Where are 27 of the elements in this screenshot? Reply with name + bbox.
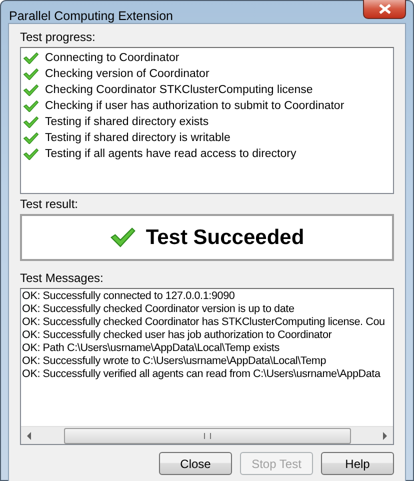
message-line: OK: Successfully verified all agents can read from C:\Users\usrname\AppData xyxy=(22,368,380,381)
close-button[interactable] xyxy=(363,0,406,19)
message-line: OK: Successfully checked user has job authorization to Coordinator xyxy=(22,329,332,342)
progress-step: Checking Coordinator STKClusterComputing license xyxy=(45,84,313,96)
scroll-left-icon[interactable] xyxy=(26,432,32,440)
progress-step: Testing if shared directory exists xyxy=(45,116,209,128)
progress-step: Checking version of Coordinator xyxy=(45,68,210,80)
section-label: Test result: xyxy=(20,197,80,212)
progress-step: Connecting to Coordinator xyxy=(45,52,180,64)
dialog-button[interactable]: Close xyxy=(159,452,232,475)
progress-step: Testing if shared directory is writable xyxy=(45,132,230,144)
message-line: OK: Successfully checked Coordinator version is up to date xyxy=(22,303,294,316)
window-title: Parallel Computing Extension xyxy=(9,9,173,23)
close-icon xyxy=(378,4,390,14)
message-line: OK: Successfully connected to 127.0.0.1:9090 xyxy=(22,290,235,303)
horizontal-scrollbar[interactable] xyxy=(21,426,393,444)
progress-step: Checking if user has authorization to submit to Coordinator xyxy=(45,100,344,112)
message-line: OK: Successfully wrote to C:\Users\usrname\AppData\Local\Temp xyxy=(22,355,326,368)
section-label: Test progress: xyxy=(20,30,96,45)
message-line: OK: Path C:\Users\usrname\AppData\Local\Temp exists xyxy=(22,342,280,355)
scroll-thumb[interactable] xyxy=(64,428,350,444)
message-line: OK: Successfully checked Coordinator has STKClusterComputing license. Cou xyxy=(22,316,385,329)
scroll-right-icon[interactable] xyxy=(382,432,388,440)
result-text: Test Succeeded xyxy=(146,226,304,250)
section-label: Test Messages: xyxy=(20,271,104,286)
progress-step: Testing if all agents have read access to directory xyxy=(45,148,296,160)
dialog-button[interactable]: Help xyxy=(321,452,394,475)
